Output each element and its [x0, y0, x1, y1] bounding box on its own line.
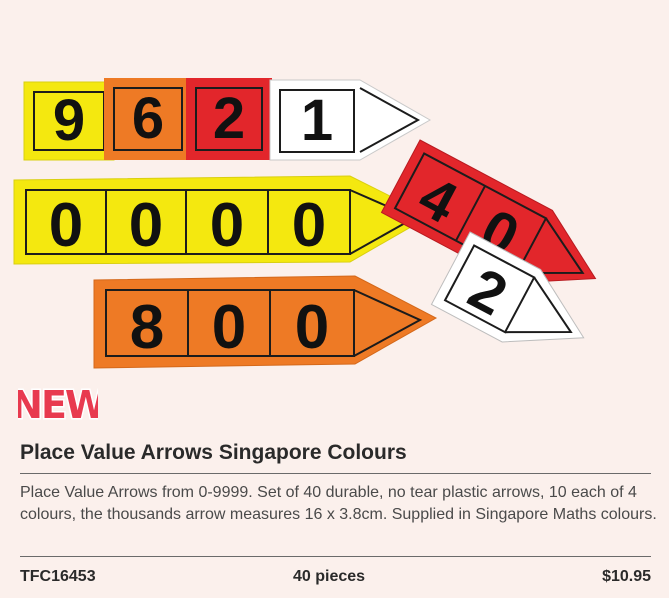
- product-title: Place Value Arrows Singapore Colours: [20, 441, 407, 464]
- arrow-row-9621: 9 6 2 1: [23, 78, 432, 161]
- digit: 0: [292, 191, 326, 260]
- product-price: $10.95: [602, 568, 651, 585]
- digit: 6: [132, 86, 164, 151]
- digit: 0: [129, 191, 163, 260]
- digit: 0: [295, 293, 329, 362]
- divider: [20, 556, 651, 557]
- place-value-arrows-image: 9 6 2 1 0 0 0 0 8 0 0 4 0 2: [13, 78, 597, 369]
- product-footer: TFC16453 40 pieces $10.95: [20, 568, 651, 590]
- product-card: 9 6 2 1 0 0 0 0 8 0 0 4 0 2 NEW Place Va…: [0, 0, 669, 598]
- product-code: TFC16453: [20, 568, 96, 585]
- arrow-row-800: 8 0 0: [93, 275, 438, 369]
- digit: 0: [212, 293, 246, 362]
- product-photo: 9 6 2 1 0 0 0 0 8 0 0 4 0 2: [0, 0, 669, 375]
- digit: 0: [49, 191, 83, 260]
- digit: 0: [210, 191, 244, 260]
- digit: 9: [53, 88, 85, 153]
- new-badge: NEW: [10, 380, 110, 429]
- digit: 8: [130, 293, 164, 362]
- digit: 1: [301, 88, 333, 153]
- digit: 2: [213, 86, 245, 151]
- divider: [20, 473, 651, 474]
- product-quantity: 40 pieces: [293, 568, 366, 585]
- product-description: Place Value Arrows from 0-9999. Set of 4…: [20, 484, 657, 523]
- arrow-row-0000: 0 0 0 0: [13, 175, 432, 265]
- new-badge-label: NEW: [18, 383, 98, 424]
